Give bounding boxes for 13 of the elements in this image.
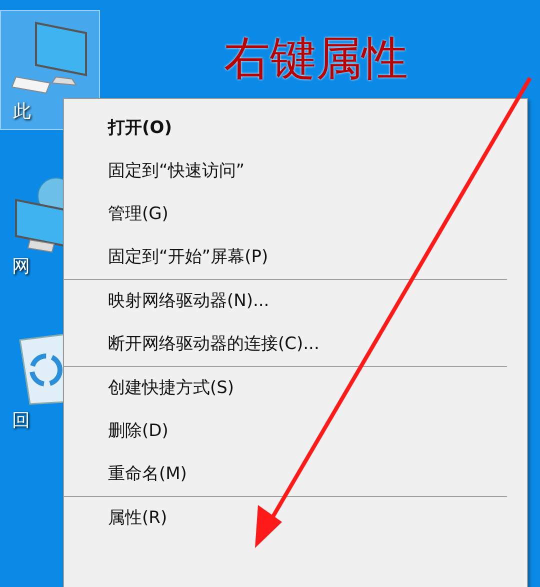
icon-label: 网: [12, 255, 30, 278]
icon-label: 回: [12, 409, 30, 432]
menu-item[interactable]: 管理(G): [64, 193, 527, 236]
annotation-title: 右键属性: [224, 30, 408, 87]
menu-item[interactable]: 映射网络驱动器(N)...: [64, 280, 527, 323]
menu-item[interactable]: 删除(D): [64, 410, 527, 453]
menu-item[interactable]: 属性(R): [64, 497, 527, 540]
menu-item[interactable]: 固定到“快速访问”: [64, 150, 527, 193]
menu-item[interactable]: 断开网络驱动器的连接(C)...: [64, 323, 527, 366]
icon-label: 此: [13, 100, 31, 123]
menu-item[interactable]: 重命名(M): [64, 453, 527, 496]
menu-item[interactable]: 创建快捷方式(S): [64, 367, 527, 410]
menu-item[interactable]: 固定到“开始”屏幕(P): [64, 236, 527, 279]
